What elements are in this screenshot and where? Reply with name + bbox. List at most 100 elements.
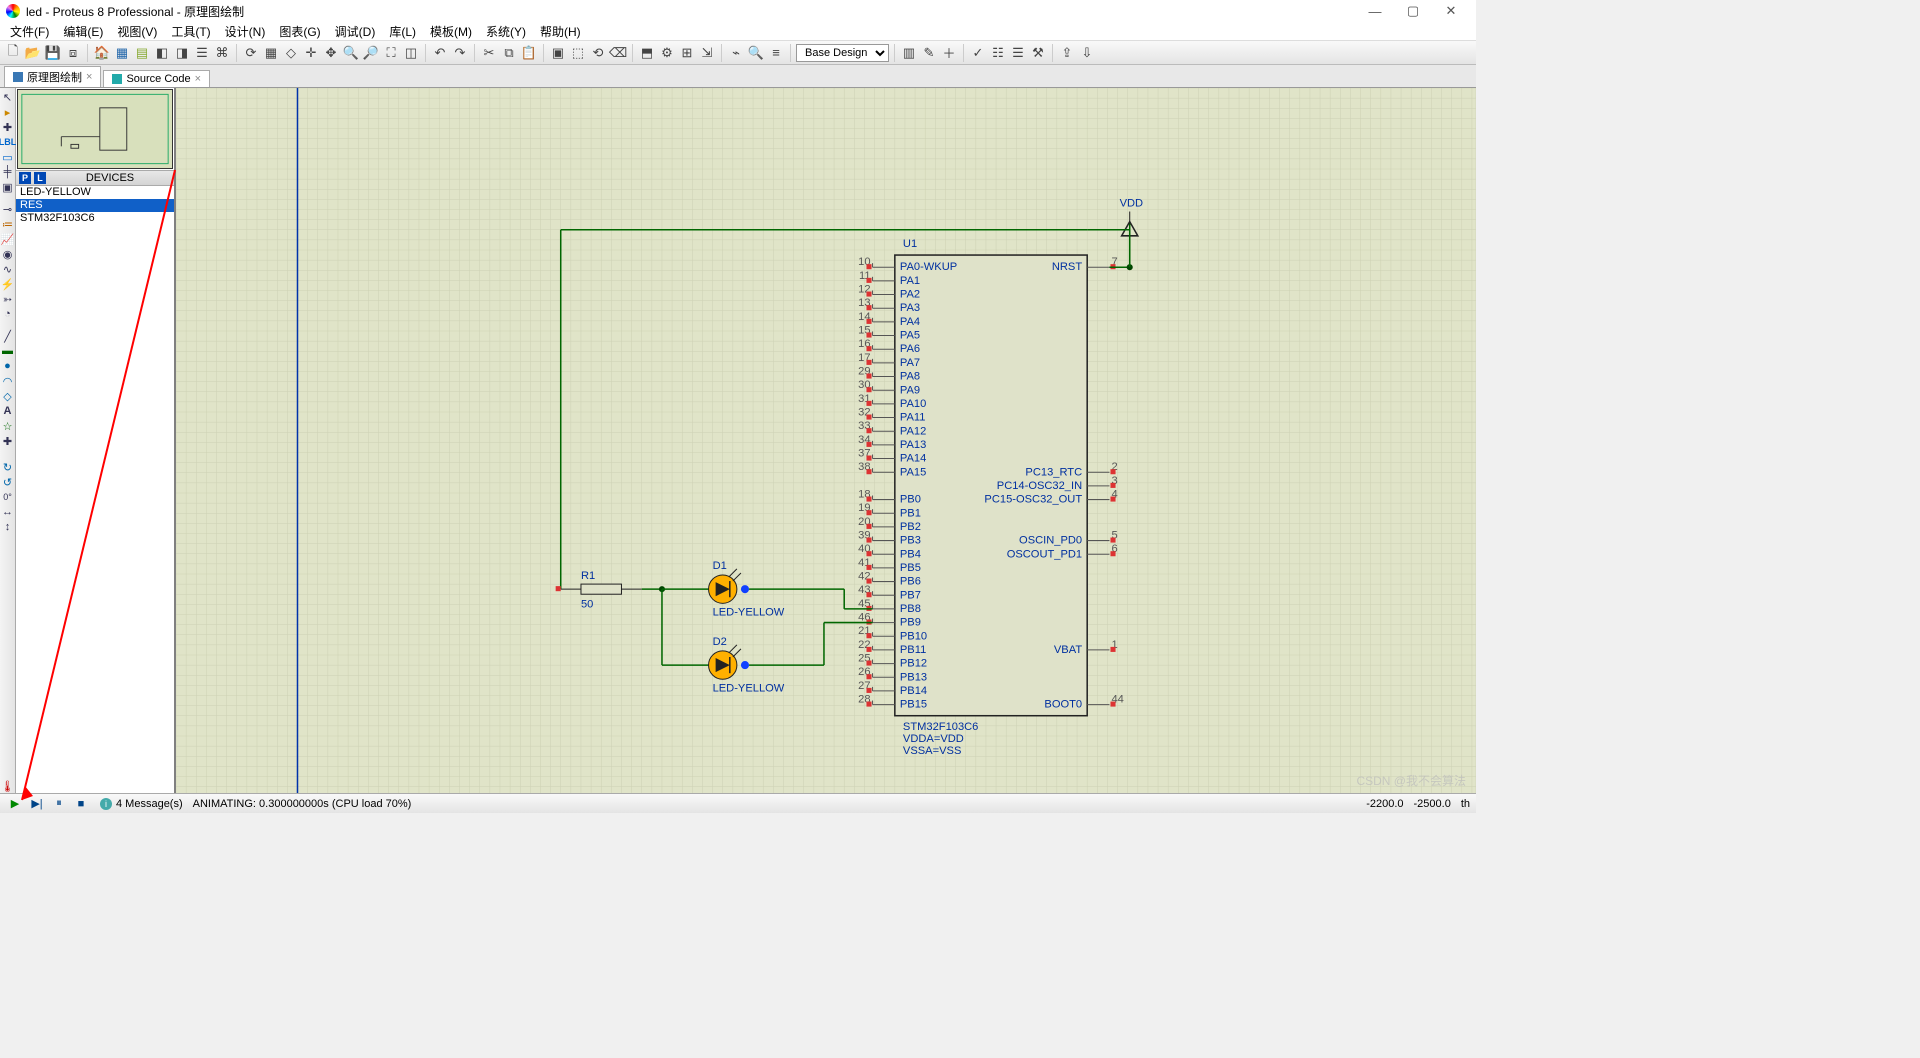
report-icon[interactable]: ☰ bbox=[1009, 44, 1027, 62]
zoom-fit-icon[interactable]: ⛶ bbox=[382, 44, 400, 62]
rotate-ccw-icon[interactable]: ↺ bbox=[1, 475, 15, 489]
probe-v-icon[interactable]: ⚡ bbox=[1, 277, 15, 291]
block-delete-icon[interactable]: ⌫ bbox=[609, 44, 627, 62]
compile-icon[interactable]: ⚒ bbox=[1029, 44, 1047, 62]
decompose-icon[interactable]: ⇲ bbox=[698, 44, 716, 62]
tab[interactable]: 原理图绘制× bbox=[4, 66, 101, 87]
property-icon[interactable]: ≡ bbox=[767, 44, 785, 62]
bom-icon[interactable]: ☰ bbox=[193, 44, 211, 62]
select-mode-icon[interactable]: ↖ bbox=[1, 90, 15, 104]
erc-icon[interactable]: ✓ bbox=[969, 44, 987, 62]
label-icon[interactable]: LBL bbox=[1, 135, 15, 149]
menu-item[interactable]: 帮助(H) bbox=[534, 22, 587, 41]
overview-panel[interactable] bbox=[17, 89, 173, 169]
path-icon[interactable]: ◇ bbox=[1, 389, 15, 403]
search-icon[interactable]: 🔍 bbox=[747, 44, 765, 62]
tab-close-icon[interactable]: × bbox=[195, 73, 201, 85]
menu-item[interactable]: 系统(Y) bbox=[480, 22, 532, 41]
menu-item[interactable]: 编辑(E) bbox=[57, 22, 109, 41]
close-project-icon[interactable]: ⧈ bbox=[64, 44, 82, 62]
gerber-icon[interactable]: ◨ bbox=[173, 44, 191, 62]
new-icon[interactable]: 🗋 bbox=[4, 44, 22, 62]
packaging-icon[interactable]: ⊞ bbox=[678, 44, 696, 62]
wire-autorouter-icon[interactable]: ⌁ bbox=[727, 44, 745, 62]
block-move-icon[interactable]: ⬚ bbox=[569, 44, 587, 62]
rotate-cw-icon[interactable]: ↻ bbox=[1, 460, 15, 474]
circle-icon[interactable]: ● bbox=[1, 359, 15, 373]
bus-icon[interactable]: ╪ bbox=[1, 165, 15, 179]
save-icon[interactable]: 💾 bbox=[44, 44, 62, 62]
home-icon[interactable]: 🏠 bbox=[93, 44, 111, 62]
device-pin-icon[interactable]: ≔ bbox=[1, 217, 15, 231]
zoom-out-icon[interactable]: 🔎 bbox=[362, 44, 380, 62]
snap-icon[interactable]: ◇ bbox=[282, 44, 300, 62]
maximize-button[interactable]: ▢ bbox=[1394, 3, 1432, 19]
open-icon[interactable]: 📂 bbox=[24, 44, 42, 62]
tab[interactable]: Source Code× bbox=[103, 70, 210, 87]
arc-icon[interactable]: ◠ bbox=[1, 374, 15, 388]
subcircuit-icon[interactable]: ▣ bbox=[1, 180, 15, 194]
tape-icon[interactable]: ◉ bbox=[1, 247, 15, 261]
pause-button[interactable]: ⏸ bbox=[50, 796, 68, 812]
pan-icon[interactable]: ✥ bbox=[322, 44, 340, 62]
zoom-area-icon[interactable]: ◫ bbox=[402, 44, 420, 62]
device-item[interactable]: STM32F103C6 bbox=[16, 212, 174, 225]
symbol-icon[interactable]: ☆ bbox=[1, 419, 15, 433]
schematic-icon[interactable]: ▦ bbox=[113, 44, 131, 62]
menu-item[interactable]: 库(L) bbox=[383, 22, 422, 41]
undo-icon[interactable]: ↶ bbox=[431, 44, 449, 62]
menu-item[interactable]: 文件(F) bbox=[4, 22, 55, 41]
import-icon[interactable]: ⇩ bbox=[1078, 44, 1096, 62]
refresh-icon[interactable]: ⟳ bbox=[242, 44, 260, 62]
redo-icon[interactable]: ↷ bbox=[451, 44, 469, 62]
add-sheet-icon[interactable]: ＋ bbox=[940, 44, 958, 62]
menu-item[interactable]: 图表(G) bbox=[273, 22, 326, 41]
play-button[interactable]: ▶ bbox=[6, 796, 24, 812]
junction-icon[interactable]: ✚ bbox=[1, 120, 15, 134]
export-icon[interactable]: ⇪ bbox=[1058, 44, 1076, 62]
mirror-h-icon[interactable]: ↔ bbox=[1, 505, 15, 519]
p-button[interactable]: P bbox=[19, 172, 31, 184]
block-copy-icon[interactable]: ▣ bbox=[549, 44, 567, 62]
component-mode-icon[interactable]: ▸ bbox=[1, 105, 15, 119]
tab-close-icon[interactable]: × bbox=[86, 71, 92, 83]
stop-button[interactable]: ■ bbox=[72, 796, 90, 812]
copy-icon[interactable]: ⧉ bbox=[500, 44, 518, 62]
text-script-icon[interactable]: ▭ bbox=[1, 150, 15, 164]
design-variant-select[interactable]: Base Design bbox=[796, 44, 889, 62]
close-button[interactable]: ✕ bbox=[1432, 3, 1470, 19]
code-icon[interactable]: ⌘ bbox=[213, 44, 231, 62]
menu-item[interactable]: 视图(V) bbox=[111, 22, 163, 41]
status-messages[interactable]: i 4 Message(s) bbox=[100, 798, 183, 810]
make-device-icon[interactable]: ⚙ bbox=[658, 44, 676, 62]
terminal-icon[interactable]: ⊸ bbox=[1, 202, 15, 216]
menu-item[interactable]: 模板(M) bbox=[424, 22, 478, 41]
graph-icon[interactable]: 📈 bbox=[1, 232, 15, 246]
probe-i-icon[interactable]: ➳ bbox=[1, 292, 15, 306]
generator-icon[interactable]: ∿ bbox=[1, 262, 15, 276]
paste-icon[interactable]: 📋 bbox=[520, 44, 538, 62]
zoom-in-icon[interactable]: 🔍 bbox=[342, 44, 360, 62]
menu-item[interactable]: 设计(N) bbox=[219, 22, 272, 41]
toggle-grid-icon[interactable]: ▦ bbox=[262, 44, 280, 62]
netlist-icon[interactable]: ☷ bbox=[989, 44, 1007, 62]
mirror-v-icon[interactable]: ↕ bbox=[1, 520, 15, 534]
marker-icon[interactable]: ✚ bbox=[1, 434, 15, 448]
block-rotate-icon[interactable]: ⟲ bbox=[589, 44, 607, 62]
schematic-canvas[interactable]: U1STM32F103C6VDDA=VDDVSSA=VSS10PA0-WKUP1… bbox=[176, 88, 1476, 793]
minimize-button[interactable]: — bbox=[1356, 4, 1394, 19]
text-icon[interactable]: ✎ bbox=[920, 44, 938, 62]
pick-icon[interactable]: ⬒ bbox=[638, 44, 656, 62]
device-item[interactable]: LED-YELLOW bbox=[16, 186, 174, 199]
instrument-icon[interactable]: ◔ bbox=[1, 307, 15, 321]
pcb-icon[interactable]: ▤ bbox=[133, 44, 151, 62]
align-icon[interactable]: ▥ bbox=[900, 44, 918, 62]
origin-icon[interactable]: ✛ bbox=[302, 44, 320, 62]
cut-icon[interactable]: ✂ bbox=[480, 44, 498, 62]
menu-item[interactable]: 工具(T) bbox=[165, 22, 216, 41]
l-button[interactable]: L bbox=[34, 172, 46, 184]
step-button[interactable]: ▶| bbox=[28, 796, 46, 812]
devices-list[interactable]: LED-YELLOWRESSTM32F103C6 bbox=[16, 186, 174, 793]
3d-icon[interactable]: ◧ bbox=[153, 44, 171, 62]
device-item[interactable]: RES bbox=[16, 199, 174, 212]
